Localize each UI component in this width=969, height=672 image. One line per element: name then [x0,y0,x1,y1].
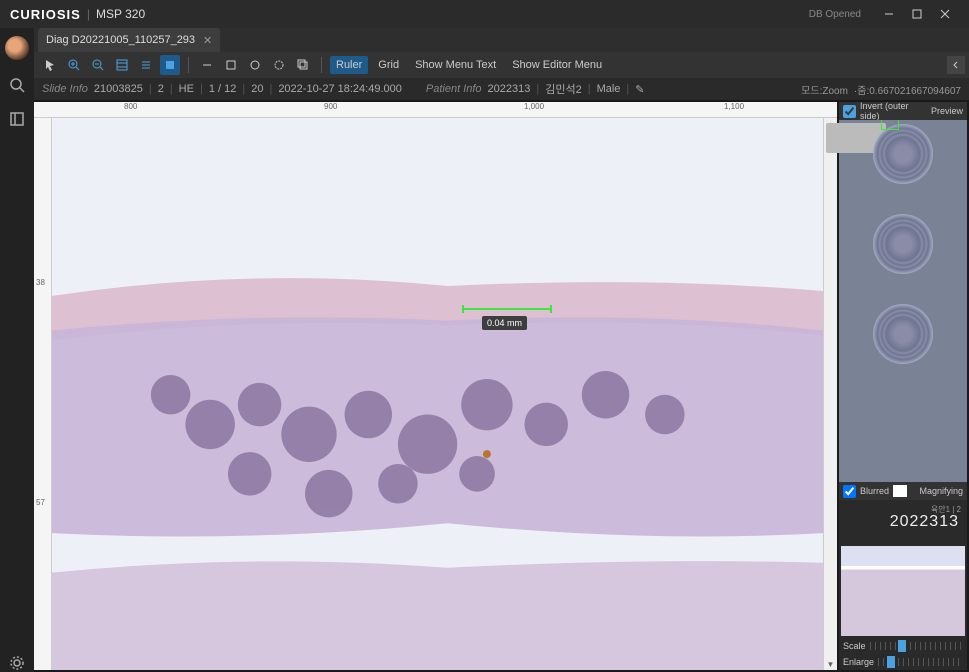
measurement-value: 0.04 mm [482,316,527,330]
thumbnail-item[interactable] [873,304,933,364]
tab-label: Diag D20221005_110257_293 [46,34,195,46]
close-button[interactable] [931,0,959,28]
patient-id: 2022313 [488,83,531,95]
slide-canvas[interactable]: 0.04 mm [52,118,823,670]
info-bar: Slide Info 21003825| 2| HE| 1 / 12| 20| … [34,78,969,100]
patient-name: 김민석2 [545,81,581,97]
minimap-preview[interactable] [841,546,965,636]
measurement-overlay[interactable]: 0.04 mm [462,308,552,310]
brand-label: CURIOSIS [10,7,81,22]
select-tool[interactable] [160,55,180,75]
show-menu-text-toggle[interactable]: Show Menu Text [409,56,502,74]
mode-label: 모드:Zoom [801,82,848,97]
invert-checkbox[interactable] [843,105,856,118]
slide-seq: 2 [158,83,164,95]
patient-info-label: Patient Info [426,83,482,95]
circle-tool[interactable] [245,55,265,75]
blurred-label: Blurred [860,486,889,496]
pointer-tool[interactable] [40,55,60,75]
horizontal-ruler: 800 900 1,000 1,100 [34,102,837,118]
toolbar: Ruler Grid Show Menu Text Show Editor Me… [34,52,969,78]
scale-label: Scale [843,641,866,651]
slide-zoom: 20 [251,83,263,95]
meta-label: 육안1 | 2 [931,504,961,515]
grid-tool[interactable] [112,55,132,75]
copy-tool[interactable] [293,55,313,75]
vertical-ruler: 38 57 [34,118,52,670]
ruler-toggle[interactable]: Ruler [330,56,368,74]
thumbnail-list[interactable] [839,120,967,482]
rect-tool[interactable] [221,55,241,75]
avatar[interactable] [5,36,29,60]
db-status: DB Opened [809,9,861,20]
slide-stain: HE [179,83,194,95]
slide-page: 1 / 12 [209,83,237,95]
vertical-scrollbar[interactable]: ▲ ▼ [823,118,837,670]
polygon-tool[interactable] [269,55,289,75]
blurred-checkbox[interactable] [843,485,856,498]
color-swatch[interactable] [893,485,907,497]
settings-icon[interactable] [8,654,26,672]
grid-toggle[interactable]: Grid [372,56,405,74]
enlarge-slider[interactable] [878,658,963,666]
patient-id-panel: 육안1 | 2 2022313 [839,500,967,544]
scale-slider[interactable] [870,642,963,650]
enlarge-label: Enlarge [843,657,874,667]
app-name: MSP 320 [96,7,145,21]
tab-bar: Diag D20221005_110257_293 ✕ [34,28,969,52]
edit-icon[interactable]: ✎ [635,83,644,96]
minimize-button[interactable] [875,0,903,28]
slide-viewer: 800 900 1,000 1,100 38 57 [34,102,837,670]
close-tab-icon[interactable]: ✕ [203,34,212,47]
document-tab[interactable]: Diag D20221005_110257_293 ✕ [38,28,220,52]
collapse-chevron-icon[interactable] [947,56,965,74]
magnifying-label: Magnifying [919,486,963,496]
tissue-image [52,118,823,670]
panel-icon[interactable] [8,110,26,128]
show-editor-menu-toggle[interactable]: Show Editor Menu [506,56,608,74]
left-sidebar [0,28,34,672]
zoom-out-tool[interactable] [88,55,108,75]
zoom-in-tool[interactable] [64,55,84,75]
thumbnail-item[interactable] [873,124,933,184]
thumbnail-item[interactable] [873,214,933,274]
slide-timestamp: 2022-10-27 18:24:49.000 [278,83,402,95]
slide-info-label: Slide Info [42,83,88,95]
search-icon[interactable] [8,76,26,94]
list-tool[interactable] [136,55,156,75]
slide-id: 21003825 [94,83,143,95]
invert-label: Invert (outer side) [860,101,923,121]
title-bar: CURIOSIS | MSP 320 DB Opened [0,0,969,28]
maximize-button[interactable] [903,0,931,28]
preview-label: Preview [931,106,963,116]
big-id: 2022313 [890,513,959,531]
right-panel: Invert (outer side) Preview Blurred Magn… [839,102,967,670]
zoom-value: ·줌:0.667021667094607 [854,82,961,97]
patient-sex: Male [597,83,621,95]
line-tool[interactable] [197,55,217,75]
